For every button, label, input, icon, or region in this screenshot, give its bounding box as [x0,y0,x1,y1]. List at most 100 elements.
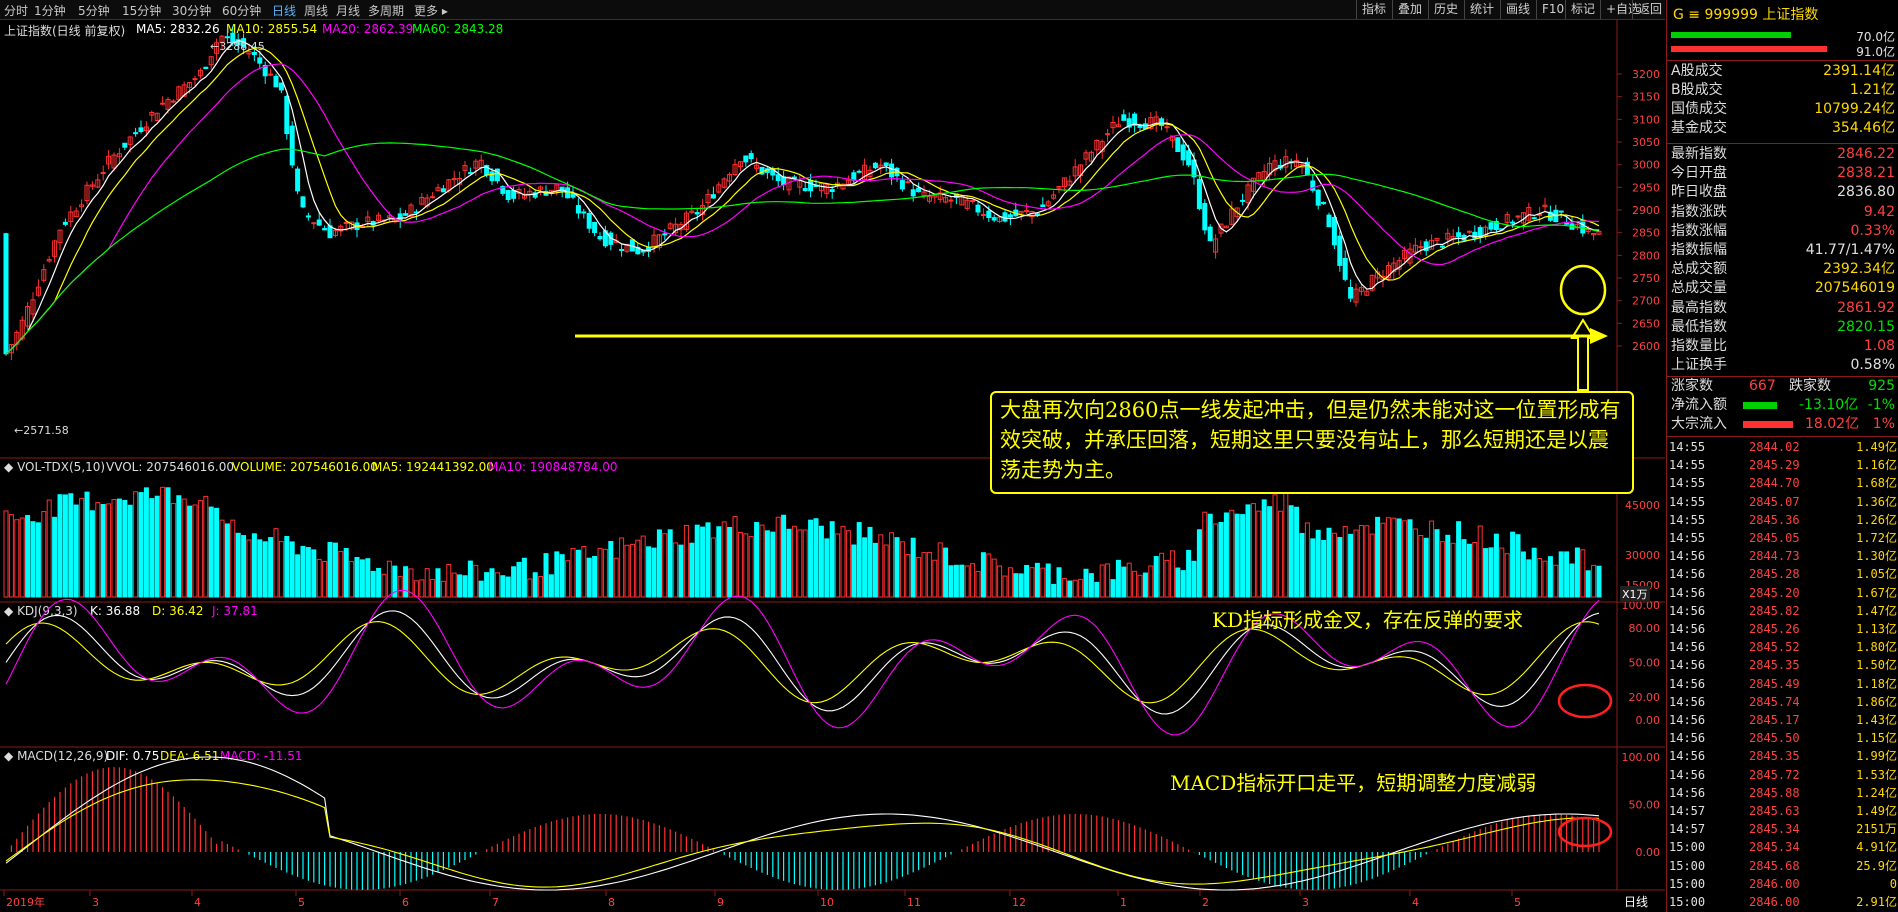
volume-bar [354,556,360,598]
period-tab-daily[interactable]: 日线 [272,2,296,19]
period-tab-15min[interactable]: 15分钟 [122,2,161,19]
volume-bar [73,504,79,598]
period-tab-30min[interactable]: 30分钟 [172,2,211,19]
stat-row: 最新指数 2846.22 [1671,145,1895,164]
volume-bar [300,545,306,598]
tick-row: 14:56 2845.17 1.43亿 [1669,711,1897,729]
candle-body [1180,144,1186,161]
volume-bar [440,580,446,598]
tick-time: 14:55 [1669,440,1706,454]
candle-body [1202,203,1208,231]
volume-bar [1342,525,1348,598]
stat-value: 1.08 [1863,338,1895,354]
tick-row: 14:55 2845.36 1.26亿 [1669,511,1897,529]
candle-body [316,219,322,226]
volume-bar [867,526,873,598]
net-inflow-row: 净流入额 -13.10亿 -1% [1671,396,1895,415]
period-tab-monthly[interactable]: 月线 [336,2,360,19]
history-button[interactable]: 历史 [1428,0,1463,19]
volume-bar [52,516,58,598]
draw-line-button[interactable]: 画线 [1500,0,1535,19]
candle-body [1466,230,1472,233]
mark-button[interactable]: 标记 [1565,0,1600,19]
volume-bar [1369,533,1375,598]
candle-body [268,73,274,76]
volume-bar [721,521,727,598]
candle-body [278,82,284,91]
volume-bar [1110,579,1116,598]
volume-bar [818,525,824,598]
stat-label: 最高指数 [1671,299,1727,316]
x-axis-label: 8 [608,896,615,909]
volume-bar [230,519,236,598]
volume-bar [1196,529,1202,598]
period-tab-more[interactable]: 更多 ▸ [414,2,448,19]
indicator-button[interactable]: 指标 [1356,0,1391,19]
candle-body [1175,137,1181,153]
overlay-button[interactable]: 叠加 [1392,0,1427,19]
tick-time: 14:56 [1669,658,1706,673]
volume-bar [1445,534,1451,598]
tick-price: 2845.36 [1749,512,1800,527]
volume-bar [781,514,787,598]
statistics-button[interactable]: 统计 [1464,0,1499,19]
period-tab-multi[interactable]: 多周期 [368,2,404,19]
volume-bar [1326,527,1332,598]
volume-bar [678,544,684,598]
tick-time: 15:00 [1669,876,1706,891]
volume-bar [1385,517,1391,598]
volume-bar [311,549,317,598]
period-toolbar: 分时 1分钟 5分钟 15分钟 30分钟 60分钟 日线 周线 月线 多周期 更… [0,0,1665,20]
volume-bar [1213,523,1219,598]
tick-row: 14:56 2845.49 1.18亿 [1669,675,1897,693]
tick-volume: 1.80亿 [1856,640,1897,655]
annotation-box: 大盘再次向2860点一线发起冲击，但是仍然未能对这一位置形成有效突破，并承压回落… [990,391,1634,494]
turnover-label: 基金成交 [1671,120,1727,136]
candle-body [872,162,878,169]
volume-bar [1456,521,1462,598]
back-button[interactable]: 返回 [1632,0,1667,19]
volume-bar [845,530,851,598]
candle-body [1477,227,1483,238]
tick-volume: 1.72亿 [1856,531,1897,545]
tick-time: 14:56 [1669,767,1706,782]
candle-body [1321,201,1327,205]
period-tab-1min[interactable]: 1分钟 [34,2,66,19]
volume-bar [1429,520,1435,598]
stat-row: 指数量比 1.08 [1671,337,1895,356]
candle-body [1207,226,1213,242]
turnover-row: A股成交 2391.14亿 [1671,62,1895,81]
volume-bar [754,522,760,598]
tick-time: 14:56 [1669,676,1706,691]
volume-bar [457,574,463,598]
volume-bar [1461,539,1467,598]
volume-bar [667,529,673,598]
candle-body [403,213,409,216]
stat-row: 最高指数 2861.92 [1671,299,1895,318]
volume-bar [246,539,252,598]
volume-bar [775,516,781,598]
volume-unit-label: X1万 [1620,586,1650,602]
volume-bar [505,576,511,598]
period-tab-intraday[interactable]: 分时 [4,2,28,19]
candle-body [160,102,166,105]
period-tab-weekly[interactable]: 周线 [304,2,328,19]
volume-bar [1380,522,1386,598]
volume-bar [57,494,63,598]
stat-label: 今日开盘 [1671,165,1727,182]
candle-body [662,233,668,236]
tick-time: 14:56 [1669,785,1706,800]
stat-row: 最低指数 2820.15 [1671,318,1895,337]
candle-body [305,215,311,218]
price-axis-label: 2700 [1632,295,1660,308]
index-code[interactable]: G ≡ 999999 上证指数 [1673,4,1818,24]
period-tab-60min[interactable]: 60分钟 [222,2,261,19]
period-tab-5min[interactable]: 5分钟 [78,2,110,19]
tick-price: 2845.34 [1749,822,1800,837]
x-axis-label: 4 [1412,896,1419,909]
tick-volume: 1.36亿 [1856,494,1897,509]
volume-bar [824,538,830,598]
tick-row: 14:56 2845.52 1.80亿 [1669,638,1897,656]
volume-bar [1315,529,1321,598]
candle-body [203,66,209,70]
